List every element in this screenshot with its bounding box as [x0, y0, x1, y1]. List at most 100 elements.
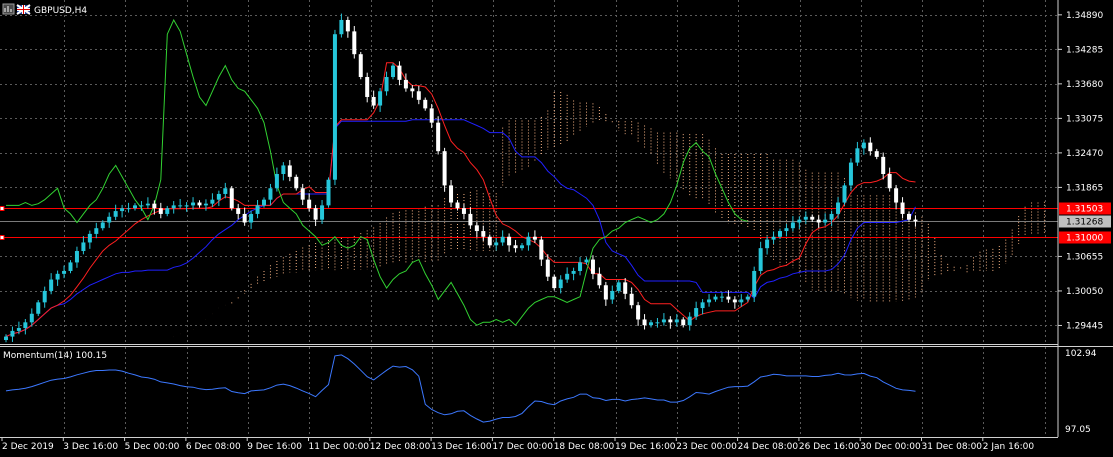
candle-body [507, 236, 512, 246]
time-tick-label: 6 Dec 08:00 [186, 442, 241, 452]
candle-body [642, 319, 647, 326]
candle-body [700, 302, 705, 309]
candle-body [365, 77, 370, 97]
candle-body [255, 205, 260, 214]
candle-body [210, 199, 215, 204]
candle-body [674, 319, 679, 323]
candle-body [545, 259, 550, 277]
candle-body [23, 322, 28, 329]
candle-body [74, 251, 79, 263]
candle-body [616, 282, 621, 291]
candle-body [771, 236, 776, 240]
candle-body [881, 156, 886, 174]
candle-body [391, 65, 395, 78]
candle-body [203, 203, 208, 206]
time-tick-label: 2 Dec 2019 [2, 442, 54, 452]
candle-body [655, 322, 660, 324]
candle-body [565, 273, 570, 280]
chart-window[interactable]: GBPUSD,H4 1.34890 1.34285 1.33680 1.33075 1.… [0, 0, 1113, 457]
candle-body [165, 208, 170, 214]
candle-body [629, 293, 634, 306]
line-handle-icon[interactable] [0, 235, 5, 240]
price-tick-label: 1.30655 [1066, 252, 1103, 262]
candle-body [262, 199, 266, 206]
candle-body [16, 328, 21, 331]
candle-body [732, 299, 737, 303]
candle-body [803, 216, 808, 220]
candle-body [520, 245, 524, 249]
candle-body [532, 236, 537, 240]
candle-body [442, 151, 447, 186]
candle-body [49, 279, 54, 291]
candle-body [42, 290, 47, 303]
candle-body [694, 308, 699, 317]
candle-body [126, 208, 131, 210]
candle-body [216, 193, 221, 200]
time-tick-label: 23 Dec 00:00 [676, 442, 737, 452]
time-tick-label: 18 Dec 08:00 [554, 442, 615, 452]
candle-body [745, 296, 750, 300]
candle-body [874, 151, 879, 157]
line-handle-icon[interactable] [0, 206, 5, 211]
candle-body [526, 236, 531, 246]
momentum-scale-top: 102.94 [1065, 349, 1097, 359]
candle-body [352, 31, 357, 55]
candle-body [145, 203, 150, 206]
candle-body [661, 319, 666, 323]
candle-body [790, 222, 795, 229]
candle-body [29, 313, 34, 323]
time-tick-label: 26 Dec 16:00 [799, 442, 860, 452]
candle-body [249, 213, 254, 223]
candle-body [436, 122, 441, 152]
time-tick-label: 12 Dec 08:00 [370, 442, 431, 452]
candle-body [784, 228, 789, 232]
candle-body [681, 319, 686, 326]
chart-symbol-title: GBPUSD,H4 [34, 6, 87, 16]
candle-body [384, 77, 389, 92]
candle-body [191, 202, 196, 206]
candle-body [345, 19, 350, 32]
candle-body [900, 202, 905, 214]
candle-body [571, 270, 576, 274]
candle-body [397, 65, 402, 80]
momentum-indicator-label: Momentum(14) 100.15 [3, 351, 107, 361]
candle-body [552, 276, 557, 289]
price-tick-label: 1.31865 [1066, 183, 1103, 193]
candle-body [707, 299, 712, 303]
candle-body [752, 270, 757, 297]
uk-flag-icon [16, 4, 31, 15]
candle-body [36, 302, 41, 314]
candle-body [68, 262, 73, 271]
candle-body [133, 205, 137, 209]
candle-body [4, 336, 8, 341]
candle-body [584, 259, 589, 263]
candle-body [139, 205, 144, 207]
candle-body [300, 188, 305, 200]
price-tag-label: 1.31503 [1066, 205, 1103, 215]
candle-body [887, 173, 892, 189]
candle-body [94, 228, 99, 234]
candle-body [719, 296, 724, 298]
time-tick-label: 11 Dec 00:00 [309, 442, 370, 452]
candle-body [358, 54, 363, 78]
candle-body [455, 202, 460, 209]
candle-body [320, 205, 325, 220]
candle-body [429, 108, 434, 123]
candle-body [378, 91, 383, 106]
time-tick-label: 17 Dec 00:00 [492, 442, 553, 452]
candle-body [590, 259, 595, 274]
candle-body [861, 142, 866, 149]
candle-body [848, 162, 853, 186]
price-tag-label: 1.31000 [1066, 234, 1103, 244]
candle-body [739, 299, 744, 303]
time-tick-label: 5 Dec 00:00 [125, 442, 180, 452]
candle-body [197, 202, 202, 206]
candle-body [339, 19, 344, 35]
candle-body [171, 205, 176, 209]
candle-body [649, 322, 653, 326]
candle-body [907, 213, 911, 220]
candle-body [313, 208, 318, 220]
candle-body [597, 273, 602, 286]
candle-body [87, 233, 92, 243]
candle-body [539, 239, 544, 260]
